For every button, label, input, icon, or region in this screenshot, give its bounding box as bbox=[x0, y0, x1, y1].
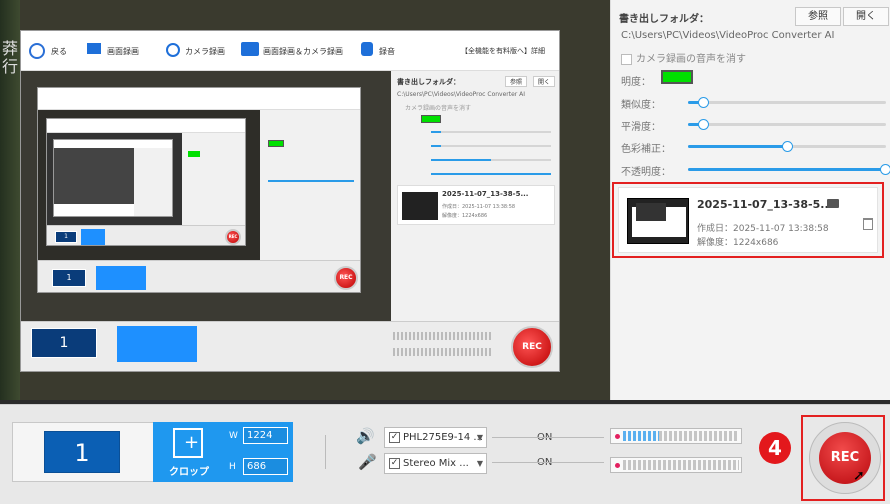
screen-number[interactable]: 1 bbox=[44, 431, 120, 473]
nested-monitor-icon bbox=[87, 43, 101, 54]
recorded-file-card[interactable]: 2025-11-07_13-38-5... 作成日：2025-11-07 13:… bbox=[618, 187, 878, 253]
screen-selector[interactable]: 1 bbox=[12, 422, 154, 482]
nested-camera-icon bbox=[166, 43, 180, 57]
level-dot bbox=[615, 463, 620, 468]
nested-screen-level2: 1 REC 1 REC bbox=[37, 87, 361, 293]
mouse-cursor-icon: ➚ bbox=[853, 468, 865, 484]
checkbox-icon[interactable] bbox=[621, 53, 632, 65]
output-path: C:\Users\PC\Videos\VideoProc Converter A… bbox=[621, 30, 835, 41]
recorded-file-highlight: 2025-11-07_13-38-5... 作成日：2025-11-07 13:… bbox=[612, 182, 884, 258]
smoothness-thumb[interactable] bbox=[698, 119, 709, 130]
width-label: W bbox=[229, 431, 238, 441]
color-correction-slider[interactable]: 色彩補正： bbox=[621, 138, 889, 155]
smoothness-slider[interactable]: 平滑度： bbox=[621, 116, 889, 133]
camera-mute-label: カメラ録画の音声を消す bbox=[636, 54, 746, 65]
nested-bottom-bar: 1 REC bbox=[21, 321, 559, 371]
nested-recording-card: 2025-11-07_13-38-5... 作成日：2025-11-07 13:… bbox=[397, 185, 555, 225]
opacity-label: 不透明度： bbox=[621, 167, 671, 178]
chevron-down-icon: ▼ bbox=[476, 433, 483, 442]
color-correction-label: 色彩補正： bbox=[621, 144, 671, 155]
speaker-level-meter bbox=[610, 428, 742, 444]
bottom-control-bar: 1 + クロップ W H 1224 686 🔊 🎤 ✓ PHL275E9-14 … bbox=[0, 404, 890, 504]
background-scene: 莽行 bbox=[0, 0, 20, 400]
color-correction-thumb[interactable] bbox=[782, 141, 793, 152]
nested-screen-level1: 戻る 画面録画 カメラ録画 画面録画＆カメラ録画 録音 【全機能を有料版へ】詳細 bbox=[20, 30, 560, 372]
nested-audio-label: 録音 bbox=[379, 47, 395, 56]
level-dot bbox=[615, 434, 620, 439]
brightness-label: 明度： bbox=[621, 77, 651, 88]
brightness-color-swatch[interactable] bbox=[661, 70, 693, 84]
mic-device-select[interactable]: ✓ Stereo Mix ... ▼ bbox=[384, 453, 487, 474]
mic-enable-checkbox[interactable]: ✓ bbox=[389, 458, 400, 469]
rec-button-highlight: REC bbox=[801, 415, 885, 501]
nested-screen-level3: 1 REC bbox=[46, 118, 246, 246]
similarity-thumb[interactable] bbox=[698, 97, 709, 108]
nested-toolbar: 戻る 画面録画 カメラ録画 画面録画＆カメラ録画 録音 【全機能を有料版へ】詳細 bbox=[21, 31, 559, 71]
output-folder-label: 書き出しフォルダ： bbox=[619, 14, 709, 25]
file-name: 2025-11-07_13-38-5... bbox=[697, 198, 833, 211]
nested-mic-icon bbox=[361, 42, 373, 56]
height-label: H bbox=[229, 462, 236, 472]
step-number-badge: 4 bbox=[759, 432, 791, 464]
speaker-device-select[interactable]: ✓ PHL275E9-14 ... ▼ bbox=[384, 427, 487, 448]
similarity-label: 類似度： bbox=[621, 100, 661, 111]
microphone-icon: 🎤 bbox=[358, 453, 377, 471]
file-resolution: 解像度：1224x686 bbox=[697, 238, 779, 248]
connector-lines bbox=[492, 437, 604, 463]
nested-right-panel: 書き出しフォルダ： 参照 開く C:\Users\PC\Videos\Video… bbox=[391, 71, 559, 321]
nested-screen-rec-label: 画面録画 bbox=[107, 47, 139, 56]
folder-icon[interactable] bbox=[827, 199, 839, 208]
nested-notice-label: 【全機能を有料版へ】詳細 bbox=[461, 47, 545, 55]
file-created: 作成日：2025-11-07 13:38:58 bbox=[697, 224, 829, 234]
crop-icon[interactable]: + bbox=[173, 428, 203, 458]
crop-label: クロップ bbox=[169, 467, 209, 478]
mic-device-label: Stereo Mix ... bbox=[403, 458, 469, 469]
nested-canvas: 1 REC 1 REC bbox=[21, 71, 391, 321]
capture-preview: 莽行 戻る 画面録画 カメラ録画 画面録画＆カメラ録画 録音 【全機能を有料版へ… bbox=[0, 0, 610, 400]
rec-button[interactable]: REC bbox=[809, 422, 881, 494]
open-folder-button[interactable]: 開く bbox=[843, 7, 889, 26]
nested-rec-combo-icon bbox=[241, 42, 259, 56]
speaker-icon: 🔊 bbox=[356, 427, 375, 445]
browse-button[interactable]: 参照 bbox=[795, 7, 841, 26]
divider bbox=[325, 435, 326, 469]
mic-level-meter bbox=[610, 457, 742, 473]
crop-panel[interactable]: + クロップ W H 1224 686 bbox=[153, 422, 293, 482]
height-field[interactable]: 686 bbox=[243, 458, 288, 475]
output-folder-row: 書き出しフォルダ： 参照 開く bbox=[619, 7, 889, 26]
smoothness-label: 平滑度： bbox=[621, 122, 661, 133]
speaker-device-label: PHL275E9-14 ... bbox=[403, 432, 483, 443]
opacity-slider[interactable]: 不透明度： bbox=[621, 161, 890, 178]
nested-screen-camera-label: 画面録画＆カメラ録画 bbox=[263, 47, 343, 56]
speaker-enable-checkbox[interactable]: ✓ bbox=[389, 432, 400, 443]
nested-camera-rec-label: カメラ録画 bbox=[185, 47, 225, 56]
camera-mute-checkbox[interactable]: カメラ録画の音声を消す bbox=[621, 50, 746, 65]
nested-back-label: 戻る bbox=[51, 47, 67, 56]
chevron-down-icon: ▼ bbox=[476, 459, 483, 468]
similarity-slider[interactable]: 類似度： bbox=[621, 94, 889, 111]
width-field[interactable]: 1224 bbox=[243, 427, 288, 444]
video-thumbnail[interactable] bbox=[627, 198, 689, 244]
trash-icon[interactable] bbox=[863, 218, 873, 230]
opacity-thumb[interactable] bbox=[880, 164, 890, 175]
